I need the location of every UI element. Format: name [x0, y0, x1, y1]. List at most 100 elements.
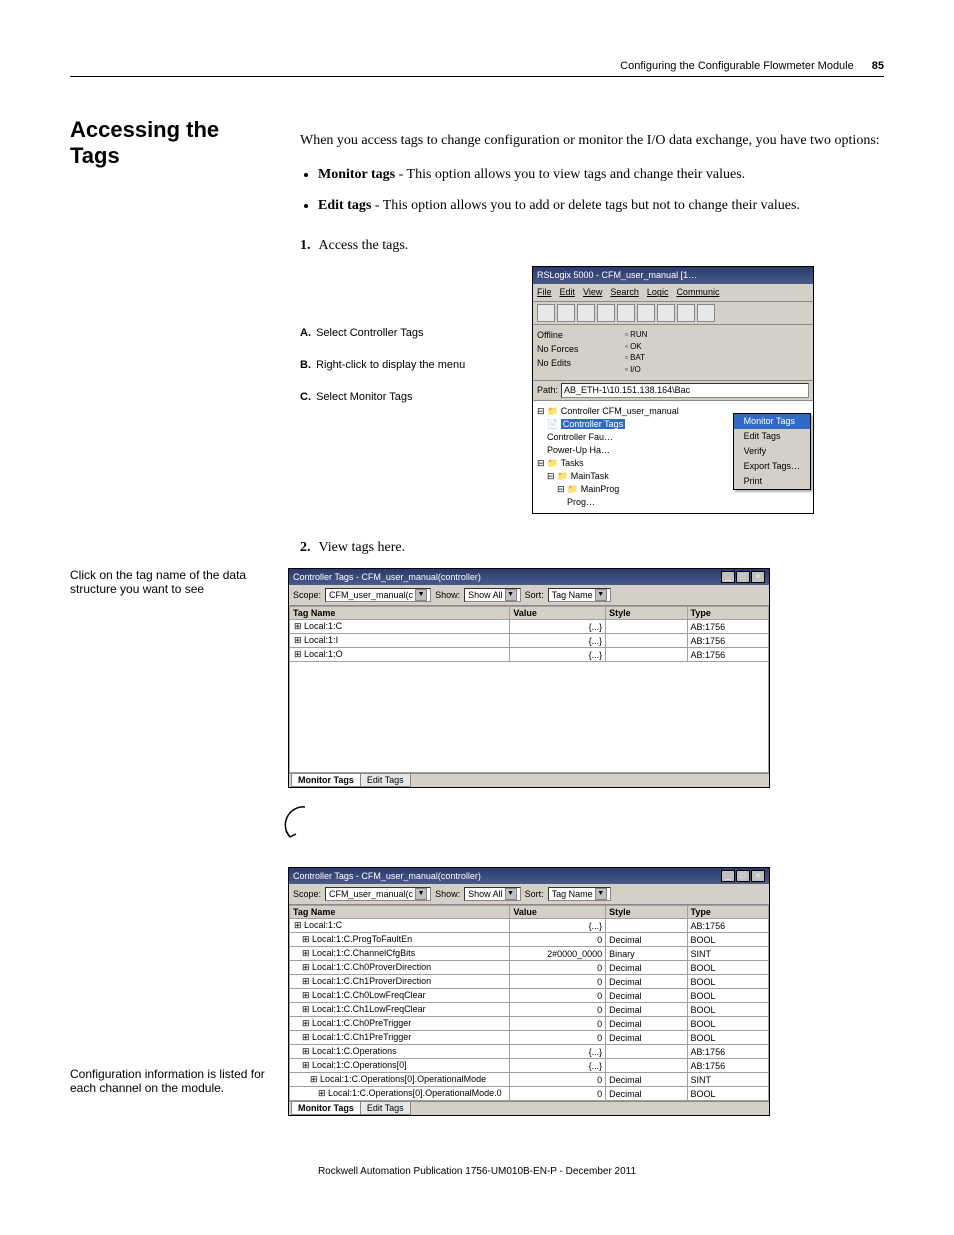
table-row[interactable]: ⊞ Local:1:C.Ch0LowFreqClear0DecimalBOOL	[290, 989, 769, 1003]
led-io: I/O	[625, 364, 647, 376]
controller-tags-window-2: Controller Tags - CFM_user_manual(contro…	[288, 867, 770, 1116]
side-note-2: Configuration information is listed for …	[70, 867, 270, 1095]
path-value[interactable]: AB_ETH-1\10.151.138.164\Bac	[561, 383, 809, 398]
table-row[interactable]: ⊞ Local:1:I{...}AB:1756	[290, 634, 769, 648]
scope-label: Scope:	[293, 889, 321, 899]
callout-b: B. Right-click to display the menu	[300, 358, 520, 374]
menu-export-tags[interactable]: Export Tags…	[734, 459, 810, 474]
table-row[interactable]: ⊞ Local:1:C{...}AB:1756	[290, 620, 769, 634]
tab-edit-tags[interactable]: Edit Tags	[360, 1102, 411, 1115]
menu-print[interactable]: Print	[734, 474, 810, 489]
page-number: 85	[872, 60, 884, 72]
col-style[interactable]: Style	[606, 906, 687, 919]
minimize-button[interactable]: _	[721, 571, 735, 583]
context-menu: Monitor Tags Edit Tags Verify Export Tag…	[733, 413, 811, 490]
tab-monitor-tags[interactable]: Monitor Tags	[291, 774, 361, 787]
menu-search[interactable]: Search	[610, 286, 639, 299]
status-forces: No Forces	[537, 343, 617, 356]
close-button[interactable]: ×	[751, 571, 765, 583]
menu-logic[interactable]: Logic	[647, 286, 669, 299]
menubar[interactable]: File Edit View Search Logic Communic	[533, 284, 813, 302]
toolbar-button[interactable]	[637, 304, 655, 322]
window-titlebar[interactable]: RSLogix 5000 - CFM_user_manual [1…	[533, 267, 813, 284]
sort-label: Sort:	[525, 889, 544, 899]
menu-view[interactable]: View	[583, 286, 602, 299]
col-value[interactable]: Value	[510, 906, 606, 919]
sort-select[interactable]: Tag Name▼	[548, 887, 611, 901]
menu-edit-tags[interactable]: Edit Tags	[734, 429, 810, 444]
table-row[interactable]: ⊞ Local:1:C.ChannelCfgBits2#0000_0000Bin…	[290, 947, 769, 961]
status-offline: Offline	[537, 329, 617, 342]
controller-tree[interactable]: ⊟ 📁 Controller CFM_user_manual 📄 Control…	[533, 401, 813, 513]
bullet-edit: Edit tags - This option allows you to ad…	[318, 196, 884, 216]
bullet-monitor: Monitor tags - This option allows you to…	[318, 165, 884, 185]
sort-label: Sort:	[525, 590, 544, 600]
grid-empty-area	[289, 662, 769, 773]
col-tagname[interactable]: Tag Name	[290, 906, 510, 919]
col-type[interactable]: Type	[687, 906, 768, 919]
menu-monitor-tags[interactable]: Monitor Tags	[734, 414, 810, 429]
step-1: 1.Access the tags.	[300, 236, 884, 256]
callout-a: A. Select Controller Tags	[300, 326, 520, 342]
show-select[interactable]: Show All▼	[464, 887, 521, 901]
page-header: Configuring the Configurable Flowmeter M…	[70, 60, 884, 77]
scope-select[interactable]: CFM_user_manual(c▼	[325, 588, 431, 602]
show-label: Show:	[435, 590, 460, 600]
toolbar-button[interactable]	[617, 304, 635, 322]
toolbar-button[interactable]	[597, 304, 615, 322]
table-row[interactable]: ⊞ Local:1:C.Ch1LowFreqClear0DecimalBOOL	[290, 1003, 769, 1017]
sort-select[interactable]: Tag Name▼	[548, 588, 611, 602]
maximize-button[interactable]: □	[736, 571, 750, 583]
toolbar-button[interactable]	[677, 304, 695, 322]
scope-label: Scope:	[293, 590, 321, 600]
toolbar-button[interactable]	[537, 304, 555, 322]
table-row[interactable]: ⊞ Local:1:C.Ch0ProverDirection0DecimalBO…	[290, 961, 769, 975]
flow-arrow-icon	[280, 802, 330, 852]
menu-verify[interactable]: Verify	[734, 444, 810, 459]
close-button[interactable]: ×	[751, 870, 765, 882]
section-title: Accessing the Tags	[70, 117, 270, 169]
table-row[interactable]: ⊞ Local:1:O{...}AB:1756	[290, 648, 769, 662]
tags-grid[interactable]: Tag Name Value Style Type ⊞ Local:1:C{..…	[289, 606, 769, 662]
table-row[interactable]: ⊞ Local:1:C.Ch1PreTrigger0DecimalBOOL	[290, 1031, 769, 1045]
table-row[interactable]: ⊞ Local:1:C.Operations[0]{...}AB:1756	[290, 1059, 769, 1073]
table-row[interactable]: ⊞ Local:1:C.Ch0PreTrigger0DecimalBOOL	[290, 1017, 769, 1031]
tags-grid[interactable]: Tag Name Value Style Type ⊞ Local:1:C{..…	[289, 905, 769, 1101]
tab-edit-tags[interactable]: Edit Tags	[360, 774, 411, 787]
table-row[interactable]: ⊞ Local:1:C.Operations{...}AB:1756	[290, 1045, 769, 1059]
table-row[interactable]: ⊞ Local:1:C{...}AB:1756	[290, 919, 769, 933]
tab-monitor-tags[interactable]: Monitor Tags	[291, 1102, 361, 1115]
toolbar-button[interactable]	[577, 304, 595, 322]
side-note-1: Click on the tag name of the data struct…	[70, 568, 270, 596]
intro-paragraph: When you access tags to change configura…	[300, 131, 884, 151]
toolbar-button[interactable]	[557, 304, 575, 322]
toolbar	[533, 302, 813, 325]
col-style[interactable]: Style	[606, 607, 687, 620]
chapter-title: Configuring the Configurable Flowmeter M…	[620, 60, 854, 72]
maximize-button[interactable]: □	[736, 870, 750, 882]
toolbar-button[interactable]	[657, 304, 675, 322]
show-select[interactable]: Show All▼	[464, 588, 521, 602]
col-tagname[interactable]: Tag Name	[290, 607, 510, 620]
menu-comm[interactable]: Communic	[676, 286, 719, 299]
window-title: Controller Tags - CFM_user_manual(contro…	[293, 572, 481, 582]
table-row[interactable]: ⊞ Local:1:C.Ch1ProverDirection0DecimalBO…	[290, 975, 769, 989]
col-type[interactable]: Type	[687, 607, 768, 620]
col-value[interactable]: Value	[510, 607, 606, 620]
menu-edit[interactable]: Edit	[560, 286, 576, 299]
led-run: RUN	[625, 329, 647, 341]
show-label: Show:	[435, 889, 460, 899]
callout-c: C. Select Monitor Tags	[300, 390, 520, 406]
tree-prog[interactable]: Prog…	[537, 496, 809, 509]
menu-file[interactable]: File	[537, 286, 552, 299]
table-row[interactable]: ⊞ Local:1:C.Operations[0].OperationalMod…	[290, 1073, 769, 1087]
scope-select[interactable]: CFM_user_manual(c▼	[325, 887, 431, 901]
toolbar-button[interactable]	[697, 304, 715, 322]
status-edits: No Edits	[537, 357, 617, 370]
led-bat: BAT	[625, 352, 647, 364]
table-row[interactable]: ⊞ Local:1:C.Operations[0].OperationalMod…	[290, 1087, 769, 1101]
window-title: Controller Tags - CFM_user_manual(contro…	[293, 871, 481, 881]
led-ok: OK	[625, 341, 647, 353]
table-row[interactable]: ⊞ Local:1:C.ProgToFaultEn0DecimalBOOL	[290, 933, 769, 947]
minimize-button[interactable]: _	[721, 870, 735, 882]
